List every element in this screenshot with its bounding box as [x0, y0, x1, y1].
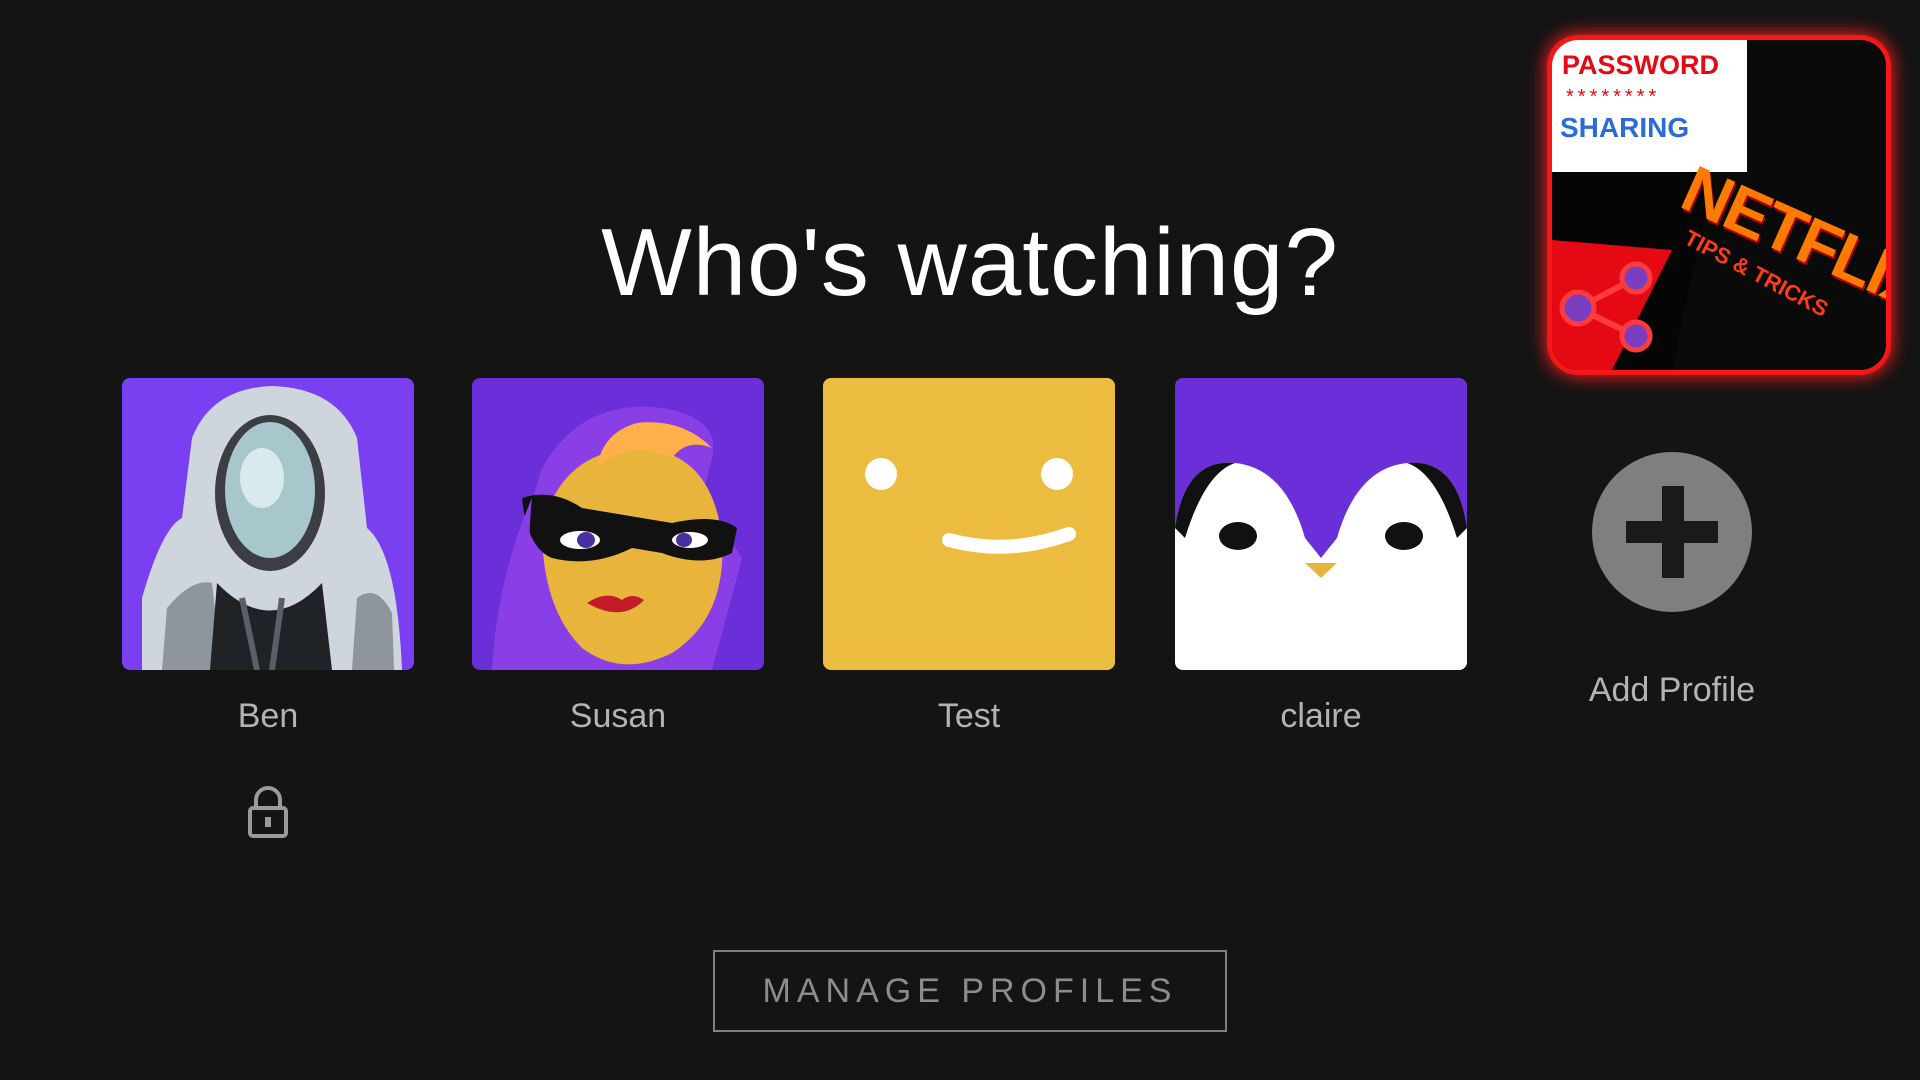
- add-profile-label: Add Profile: [1588, 671, 1756, 709]
- robot-helmet-avatar[interactable]: [122, 378, 414, 670]
- lock-icon[interactable]: [246, 784, 290, 840]
- share-icon: [1559, 261, 1653, 353]
- thumbnail-line2: SHARING: [1560, 112, 1690, 143]
- profile-claire[interactable]: claire: [1175, 378, 1467, 736]
- add-profile[interactable]: Add Profile: [1526, 378, 1818, 710]
- thumbnail-line1: PASSWORD: [1562, 50, 1720, 80]
- profile-susan[interactable]: Susan: [472, 378, 764, 736]
- yellow-smiley-avatar[interactable]: [823, 378, 1115, 670]
- video-thumbnail-overlay: PASSWORD ******** SHARING NETFLIX TIPS &…: [1552, 40, 1886, 370]
- profile-name: Susan: [569, 697, 667, 735]
- profile-ben[interactable]: Ben: [122, 378, 414, 840]
- profile-name: Ben: [237, 697, 299, 735]
- penguin-avatar[interactable]: [1175, 378, 1467, 670]
- thumbnail-dots: ********: [1566, 86, 1661, 108]
- profile-test[interactable]: Test: [823, 378, 1115, 736]
- profile-name: claire: [1280, 697, 1362, 735]
- masked-hero-avatar[interactable]: [472, 378, 764, 670]
- plus-icon[interactable]: [1592, 452, 1752, 612]
- profile-selection-screen: Who's watching? Ben Susan Test claire Ad…: [0, 0, 1920, 1080]
- manage-profiles-button[interactable]: MANAGE PROFILES: [713, 950, 1227, 1032]
- profile-name: Test: [937, 697, 1001, 735]
